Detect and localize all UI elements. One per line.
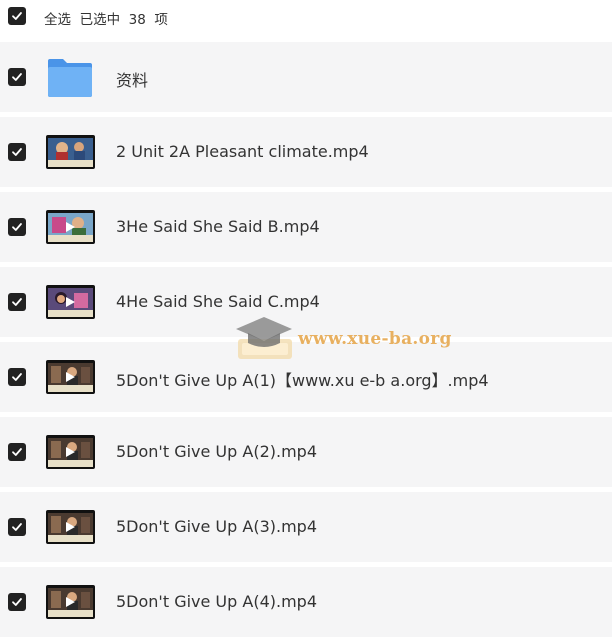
file-name: 5Don't Give Up A(2).mp4 (116, 442, 317, 461)
list-item[interactable]: 3He Said She Said B.mp4 (0, 192, 612, 262)
check-icon (12, 148, 22, 156)
video-thumbnail (46, 510, 95, 544)
video-thumbnail (46, 135, 95, 169)
file-name: 2 Unit 2A Pleasant climate.mp4 (116, 142, 369, 161)
item-checkbox[interactable] (8, 443, 26, 461)
item-checkbox[interactable] (8, 593, 26, 611)
item-checkbox[interactable] (8, 368, 26, 386)
check-icon (12, 598, 22, 606)
check-icon (12, 223, 22, 231)
watermark-text: www.xue-ba.org (298, 329, 452, 349)
video-thumbnail (46, 285, 95, 319)
list-item[interactable]: 2 Unit 2A Pleasant climate.mp4 (0, 117, 612, 187)
play-icon (66, 597, 75, 607)
folder-icon (48, 59, 92, 97)
list-item[interactable]: 资料 (0, 42, 612, 112)
list-item[interactable]: 5Don't Give Up A(4).mp4 (0, 567, 612, 637)
item-checkbox[interactable] (8, 218, 26, 236)
play-icon (66, 447, 75, 457)
check-icon (12, 73, 22, 81)
item-checkbox[interactable] (8, 143, 26, 161)
item-checkbox[interactable] (8, 68, 26, 86)
check-icon (12, 298, 22, 306)
play-icon (66, 222, 75, 232)
file-name: 资料 (116, 71, 149, 90)
check-icon (12, 448, 22, 456)
select-all-checkbox[interactable] (8, 7, 26, 25)
video-thumbnail (46, 210, 95, 244)
video-thumbnail (46, 360, 95, 394)
selection-header: 全选 已选中 38 项 (0, 0, 612, 34)
file-name: 5Don't Give Up A(4).mp4 (116, 592, 317, 611)
file-name: 5Don't Give Up A(3).mp4 (116, 517, 317, 536)
file-name: 5Don't Give Up A(1)【www.xu e-b a.org】.mp… (116, 371, 489, 390)
video-thumbnail (46, 585, 95, 619)
item-checkbox[interactable] (8, 293, 26, 311)
file-name: 4He Said She Said C.mp4 (116, 292, 320, 311)
check-icon (12, 373, 22, 381)
list-item[interactable]: 5Don't Give Up A(2).mp4 (0, 417, 612, 487)
play-icon (66, 297, 75, 307)
selection-count-label: 全选 已选中 38 项 (44, 12, 168, 28)
item-checkbox[interactable] (8, 518, 26, 536)
check-icon (12, 523, 22, 531)
play-icon (66, 372, 75, 382)
video-thumbnail (46, 435, 95, 469)
play-icon (66, 522, 75, 532)
list-item[interactable]: 5Don't Give Up A(3).mp4 (0, 492, 612, 562)
file-name: 3He Said She Said B.mp4 (116, 217, 320, 236)
check-icon (12, 12, 22, 20)
